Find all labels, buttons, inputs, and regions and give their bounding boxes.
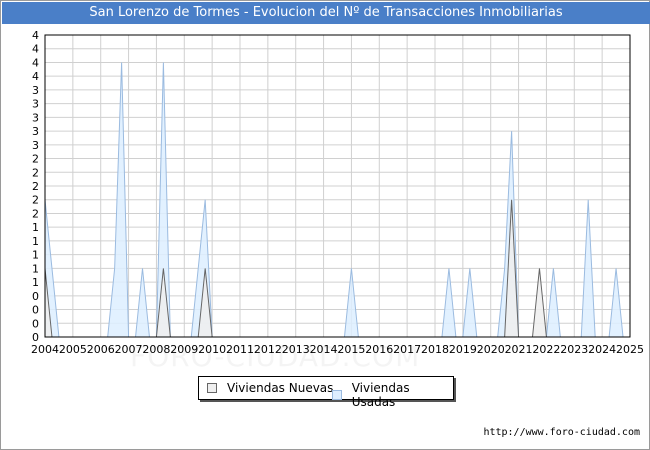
y-tick-label: 4 — [32, 56, 39, 69]
y-tick-label: 4 — [32, 43, 39, 56]
x-tick-label: 2024 — [588, 343, 616, 356]
legend-label-nuevas: Viviendas Nuevas — [227, 381, 334, 395]
y-tick-label: 2 — [32, 194, 39, 207]
y-tick-label: 1 — [32, 262, 39, 275]
watermark: FORO-CIUDAD.COM — [130, 340, 420, 373]
y-tick-label: 3 — [32, 139, 39, 152]
x-tick-label: 2022 — [532, 343, 560, 356]
x-tick-label: 2025 — [616, 343, 644, 356]
x-tick-label: 2020 — [477, 343, 505, 356]
x-tick-label: 2005 — [59, 343, 87, 356]
y-tick-label: 0 — [32, 317, 39, 330]
y-tick-label: 3 — [32, 125, 39, 138]
y-tick-label: 0 — [32, 304, 39, 317]
x-tick-label: 2004 — [31, 343, 59, 356]
y-tick-label: 1 — [32, 249, 39, 262]
y-tick-label: 1 — [32, 221, 39, 234]
x-tick-label: 2019 — [449, 343, 477, 356]
y-tick-label: 3 — [32, 98, 39, 111]
legend-swatch-usadas — [332, 390, 342, 400]
x-tick-label: 2018 — [421, 343, 449, 356]
legend-item-nuevas: Viviendas Nuevas — [207, 381, 333, 395]
y-tick-label: 3 — [32, 84, 39, 97]
y-tick-label: 4 — [32, 70, 39, 83]
y-tick-label: 2 — [32, 180, 39, 193]
source-url: http://www.foro-ciudad.com — [483, 427, 640, 438]
y-tick-label: 2 — [32, 153, 39, 166]
x-tick-label: 2023 — [560, 343, 588, 356]
y-tick-label: 1 — [32, 235, 39, 248]
y-tick-label: 4 — [32, 29, 39, 42]
y-tick-label: 0 — [32, 290, 39, 303]
y-tick-label: 2 — [32, 166, 39, 179]
legend-label-usadas: Viviendas Usadas — [351, 381, 410, 409]
y-tick-label: 2 — [32, 207, 39, 220]
legend-item-usadas: Viviendas Usadas — [332, 381, 453, 409]
legend: Viviendas Nuevas Viviendas Usadas — [198, 376, 454, 409]
legend-swatch-nuevas — [207, 383, 217, 393]
y-tick-label: 1 — [32, 276, 39, 289]
y-axis: 00001111122222333334444 — [32, 29, 39, 344]
y-tick-label: 3 — [32, 111, 39, 124]
x-tick-label: 2006 — [87, 343, 115, 356]
x-tick-label: 2021 — [505, 343, 533, 356]
